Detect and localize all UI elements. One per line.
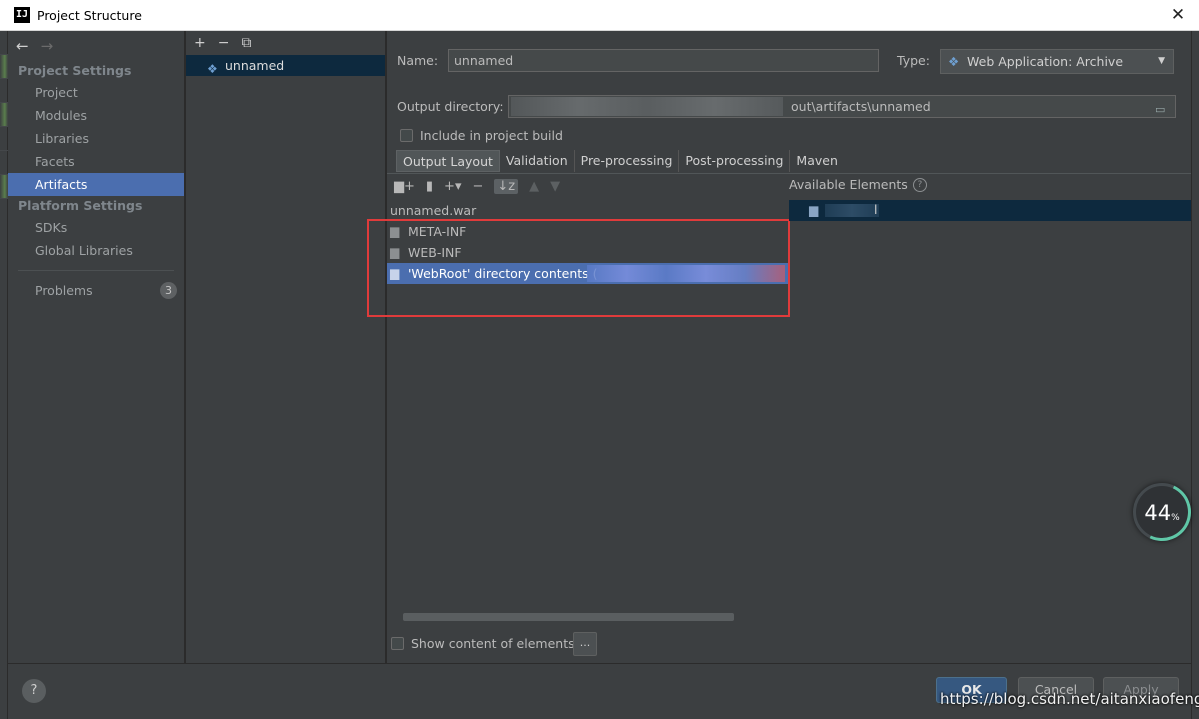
help-icon[interactable]: ? — [912, 177, 927, 192]
show-content-options-button[interactable]: ... — [573, 632, 597, 656]
sidebar-item-artifacts[interactable]: Artifacts — [8, 173, 184, 196]
horizontal-scrollbar[interactable] — [403, 613, 734, 621]
background-ide-edge — [1191, 31, 1199, 719]
folder-icon: ▆ — [390, 266, 400, 280]
output-layout-tree: unnamed.war ▆ META-INF ▆ WEB-INF ▆ 'WebR… — [387, 200, 788, 284]
add-element-icon[interactable]: +▾ — [444, 179, 461, 194]
move-up-icon[interactable]: ▲ — [529, 179, 539, 194]
window-title: Project Structure — [37, 7, 142, 23]
tree-root-label: unnamed.war — [390, 203, 477, 218]
artifact-item-unnamed[interactable]: ❖ unnamed — [186, 55, 385, 76]
tab-post-processing[interactable]: Post-processing — [679, 150, 791, 172]
tab-output-layout[interactable]: Output Layout — [396, 150, 500, 172]
usage-unit: % — [1171, 513, 1180, 523]
redacted-name-region — [825, 204, 879, 217]
show-content-label: Show content of elements — [411, 636, 575, 651]
available-elements-header: Available Elements ? — [789, 177, 927, 192]
tree-item-label: 'WebRoot' directory contents ( — [408, 266, 598, 281]
chevron-down-icon: ▼ — [1158, 56, 1165, 66]
copy-icon[interactable]: ⧉ — [241, 35, 251, 51]
artifact-tabs: Output Layout Validation Pre-processing … — [396, 150, 844, 173]
intellij-app-icon: IJ — [14, 7, 30, 23]
forward-arrow-icon[interactable]: → — [41, 37, 54, 55]
available-elements-label: Available Elements — [789, 177, 908, 192]
web-artifact-icon: ❖ — [948, 54, 960, 69]
problems-count-badge: 3 — [160, 282, 177, 299]
redacted-path-region — [587, 265, 785, 282]
tree-item-label: META-INF — [408, 224, 467, 239]
output-directory-value: out\artifacts\unnamed — [791, 99, 931, 114]
module-folder-icon: ▆ — [809, 203, 819, 217]
folder-browse-icon[interactable]: ▭ — [1155, 99, 1171, 116]
folder-icon: ▆ — [390, 245, 400, 259]
sidebar-item-facets[interactable]: Facets — [8, 150, 184, 173]
tab-validation[interactable]: Validation — [500, 150, 575, 172]
artifact-details-panel: Name: unnamed Type: ❖ Web Application: A… — [367, 31, 1191, 663]
available-element-item[interactable]: ▆ l — [789, 200, 1191, 221]
sidebar-item-problems[interactable]: Problems 3 — [8, 279, 184, 302]
include-in-build-label: Include in project build — [420, 128, 563, 143]
remove-icon[interactable]: − — [218, 35, 230, 51]
folder-icon: ▆ — [390, 224, 400, 238]
tree-item-label: WEB-INF — [408, 245, 462, 260]
section-project-settings: Project Settings — [18, 63, 132, 78]
watermark-url: https://blog.csdn.net/aitanxiaofeng — [940, 690, 1199, 708]
show-content-checkbox[interactable] — [391, 637, 404, 650]
include-in-build-checkbox[interactable] — [400, 129, 413, 142]
nav-arrows: ← → — [8, 31, 184, 61]
add-icon[interactable]: + — [194, 35, 206, 51]
usage-percent: 44 — [1144, 501, 1172, 525]
sort-icon[interactable]: ↓z — [494, 179, 519, 194]
artifacts-toolbar: + − ⧉ — [186, 31, 385, 55]
tree-root-war[interactable]: unnamed.war — [387, 200, 788, 221]
sidebar-item-modules[interactable]: Modules — [8, 104, 184, 127]
problems-label: Problems — [35, 283, 93, 298]
section-platform-settings: Platform Settings — [18, 198, 143, 213]
web-artifact-icon: ❖ — [207, 62, 218, 76]
window-title-bar: IJ Project Structure ✕ — [0, 0, 1199, 31]
output-layout-toolbar: ▆+ ▮ +▾ − ↓z ▲ ▼ — [387, 174, 788, 199]
tree-item-webroot-contents[interactable]: ▆ 'WebRoot' directory contents ( — [387, 263, 788, 284]
tab-maven[interactable]: Maven — [790, 150, 843, 172]
background-ide-gutter — [0, 31, 8, 719]
name-input[interactable]: unnamed — [448, 49, 879, 72]
back-arrow-icon[interactable]: ← — [16, 37, 29, 55]
tree-item-web-inf[interactable]: ▆ WEB-INF — [387, 242, 788, 263]
artifact-item-label: unnamed — [225, 58, 285, 73]
type-dropdown-value: Web Application: Archive — [967, 54, 1124, 69]
artifacts-list-panel: + − ⧉ ❖ unnamed — [186, 31, 386, 663]
memory-usage-widget[interactable]: 44% — [1124, 474, 1199, 550]
close-window-button[interactable]: ✕ — [1169, 6, 1187, 24]
type-label: Type: — [897, 53, 930, 68]
usage-readout: 44% — [1136, 501, 1188, 525]
name-label: Name: — [397, 53, 439, 68]
tree-item-meta-inf[interactable]: ▆ META-INF — [387, 221, 788, 242]
available-element-label: l — [874, 202, 878, 217]
tab-pre-processing[interactable]: Pre-processing — [575, 150, 680, 172]
archive-icon[interactable]: ▮ — [426, 179, 433, 194]
type-dropdown[interactable]: ❖ Web Application: Archive ▼ — [940, 49, 1174, 74]
sidebar-divider — [18, 270, 174, 271]
remove-element-icon[interactable]: − — [472, 179, 483, 194]
sidebar-item-libraries[interactable]: Libraries — [8, 127, 184, 150]
redacted-path-region — [511, 97, 783, 116]
new-folder-icon[interactable]: ▆+ — [394, 179, 415, 194]
help-button[interactable]: ? — [22, 679, 46, 703]
sidebar-item-project[interactable]: Project — [8, 81, 184, 104]
settings-sidebar: ← → Project Settings Project Modules Lib… — [8, 31, 185, 663]
show-content-option: Show content of elements — [391, 636, 575, 651]
sidebar-item-global-libraries[interactable]: Global Libraries — [8, 239, 184, 262]
output-directory-label: Output directory: — [397, 99, 504, 114]
move-down-icon[interactable]: ▼ — [550, 179, 560, 194]
sidebar-item-sdks[interactable]: SDKs — [8, 216, 184, 239]
